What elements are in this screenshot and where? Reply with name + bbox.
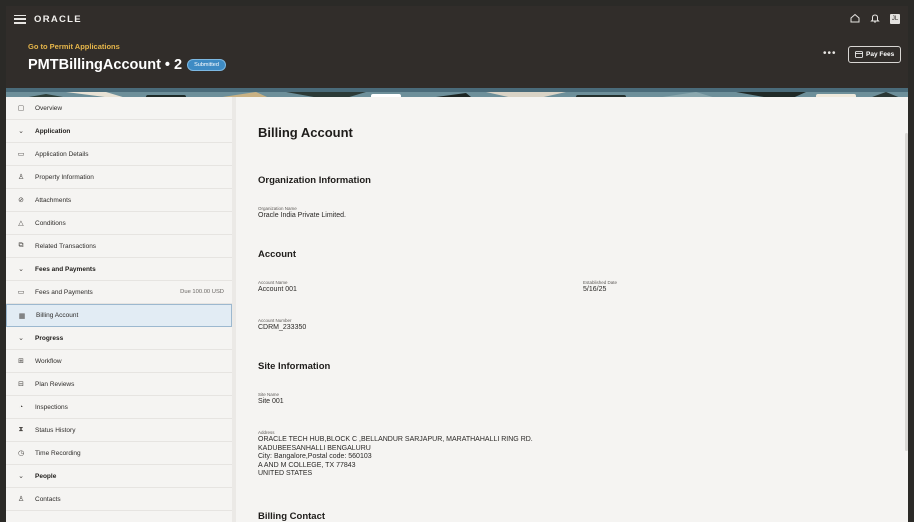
address-line: UNITED STATES bbox=[258, 470, 313, 478]
menu-icon[interactable] bbox=[14, 14, 26, 24]
pay-fees-label: Pay Fees bbox=[866, 51, 895, 58]
sidebar-item-label: Application bbox=[35, 127, 71, 135]
hourglass-icon: ⧗ bbox=[18, 426, 24, 433]
address-line: A AND M COLLEGE, TX 77843 bbox=[258, 461, 356, 469]
sidebar-item-label: Related Transactions bbox=[35, 242, 97, 250]
app-window: ORACLE JL Go to Permit Applications PMTB… bbox=[6, 6, 908, 522]
sidebar-item-status-history[interactable]: ⧗ Status History bbox=[6, 419, 232, 442]
address-label: Address bbox=[258, 430, 275, 435]
content-scrollbar[interactable] bbox=[905, 133, 908, 451]
payment-card-icon bbox=[855, 51, 863, 58]
sidebar-item-label: Application Details bbox=[35, 150, 89, 158]
oracle-logo: ORACLE bbox=[34, 13, 82, 25]
sidebar-item-workflow[interactable]: ⊞ Workflow bbox=[6, 350, 232, 373]
contact-icon: ♙ bbox=[17, 496, 25, 503]
established-date-label: Established Date bbox=[583, 280, 618, 285]
sidebar-section-progress[interactable]: ⌄ Progress bbox=[6, 327, 232, 350]
inspection-icon: ◔ bbox=[18, 403, 24, 411]
site-name-label: Site Name bbox=[258, 392, 280, 397]
sidebar-item-contacts[interactable]: ♙ Contacts bbox=[6, 488, 232, 511]
overview-icon: ▢ bbox=[17, 105, 25, 112]
sidebar-item-label: Progress bbox=[35, 334, 64, 342]
page-title-text: PMTBillingAccount • 2 bbox=[28, 57, 183, 73]
page-header: Go to Permit Applications PMTBillingAcco… bbox=[6, 32, 908, 88]
plan-review-icon: ⊟ bbox=[18, 381, 24, 388]
sidebar-item-label: People bbox=[35, 472, 57, 480]
sidebar-item-property-information[interactable]: ♙ Property Information bbox=[6, 166, 232, 189]
sidebar-item-label: Status History bbox=[35, 426, 76, 434]
sidebar-item-label: Billing Account bbox=[36, 312, 79, 319]
chevron-down-icon: ⌄ bbox=[18, 128, 24, 135]
billing-contact-section-heading: Billing Contact bbox=[258, 511, 326, 522]
site-section-heading: Site Information bbox=[258, 361, 331, 372]
amount-due-badge: Due 100.00 USD bbox=[180, 289, 224, 295]
global-header: ORACLE JL bbox=[6, 6, 908, 32]
home-icon[interactable] bbox=[850, 13, 860, 26]
sidebar-item-plan-reviews[interactable]: ⊟ Plan Reviews bbox=[6, 373, 232, 396]
sidebar-item-time-recording[interactable]: ◷ Time Recording bbox=[6, 442, 232, 465]
decorative-banner bbox=[6, 88, 908, 97]
address-value: ORACLE TECH HUB,BLOCK C ,BELLANDUR SARJA… bbox=[258, 436, 533, 479]
account-number-label: Account Number bbox=[258, 318, 292, 323]
sidebar-section-application[interactable]: ⌄ Application bbox=[6, 120, 232, 143]
chevron-down-icon: ⌄ bbox=[18, 266, 24, 273]
sidebar-item-fees-and-payments[interactable]: ▭ Fees and Payments Due 100.00 USD bbox=[6, 281, 232, 304]
pay-fees-button[interactable]: Pay Fees bbox=[848, 46, 902, 63]
sidebar-item-label: Inspections bbox=[35, 403, 68, 411]
main-content: Billing Account Organization Information… bbox=[236, 97, 908, 522]
sidebar-item-label: Conditions bbox=[35, 219, 66, 227]
notification-bell-icon[interactable] bbox=[870, 13, 880, 26]
sidebar-item-label: Overview bbox=[35, 104, 63, 112]
page-title: PMTBillingAccount • 2 Submitted bbox=[28, 57, 226, 73]
sidebar-section-fees-and-payments[interactable]: ⌄ Fees and Payments bbox=[6, 258, 232, 281]
sidebar-item-application-details[interactable]: ▭ Application Details bbox=[6, 143, 232, 166]
sidebar-item-related-transactions[interactable]: ⧉ Related Transactions bbox=[6, 235, 232, 258]
document-icon: ▭ bbox=[17, 151, 25, 158]
account-number-value: CDRM_233350 bbox=[258, 324, 307, 331]
organization-section-heading: Organization Information bbox=[258, 175, 371, 186]
sidebar-item-label: Time Recording bbox=[35, 449, 81, 457]
workflow-icon: ⊞ bbox=[18, 358, 24, 365]
sidebar-item-conditions[interactable]: △ Conditions bbox=[6, 212, 232, 235]
warning-icon: △ bbox=[18, 220, 24, 227]
sidebar-section-people[interactable]: ⌄ People bbox=[6, 465, 232, 488]
section-title: Billing Account bbox=[258, 125, 353, 140]
sidebar-item-label: Fees and Payments bbox=[35, 288, 93, 296]
organization-name-label: Organization Name bbox=[258, 206, 297, 211]
back-to-permit-applications-link[interactable]: Go to Permit Applications bbox=[28, 42, 120, 51]
user-avatar[interactable]: JL bbox=[890, 14, 900, 24]
attachment-icon: ⊘ bbox=[18, 197, 24, 204]
established-date-value: 5/16/25 bbox=[583, 286, 607, 293]
more-actions-button[interactable]: ••• bbox=[823, 48, 837, 59]
sidebar-item-label: Property Information bbox=[35, 173, 94, 181]
account-section-heading: Account bbox=[258, 249, 296, 260]
sidebar-item-attachments[interactable]: ⊘ Attachments bbox=[6, 189, 232, 212]
status-badge: Submitted bbox=[187, 59, 226, 71]
sidebar-item-label: Workflow bbox=[35, 357, 62, 365]
organization-name-value: Oracle India Private Limited. bbox=[258, 212, 346, 219]
address-line: ORACLE TECH HUB,BLOCK C ,BELLANDUR SARJA… bbox=[258, 436, 533, 443]
sidebar-item-label: Attachments bbox=[35, 196, 72, 204]
account-name-label: Account Name bbox=[258, 280, 288, 285]
site-name-value: Site 001 bbox=[258, 398, 284, 405]
account-name-value: Account 001 bbox=[258, 286, 297, 293]
chevron-down-icon: ⌄ bbox=[18, 335, 24, 342]
property-icon: ♙ bbox=[17, 174, 25, 181]
sidebar-item-label: Fees and Payments bbox=[35, 265, 96, 273]
payment-icon: ▭ bbox=[17, 289, 25, 296]
sidebar-item-label: Plan Reviews bbox=[35, 380, 75, 388]
related-icon: ⧉ bbox=[18, 242, 24, 249]
sidebar-nav: ▢ Overview ⌄ Application ▭ Application Detail… bbox=[6, 97, 232, 522]
chevron-down-icon: ⌄ bbox=[18, 473, 24, 480]
sidebar-item-overview[interactable]: ▢ Overview bbox=[6, 97, 232, 120]
address-line: City: Bangalore,Postal code: 560103 bbox=[258, 453, 372, 461]
address-line: KADUBEESANHALLI BENGALURU bbox=[258, 444, 371, 452]
sidebar-item-inspections[interactable]: ◔ Inspections bbox=[6, 396, 232, 419]
billing-icon: ▦ bbox=[18, 312, 26, 320]
sidebar-item-billing-account[interactable]: ▦ Billing Account bbox=[6, 304, 232, 327]
clock-icon: ◷ bbox=[17, 450, 25, 457]
sidebar-item-label: Contacts bbox=[35, 495, 61, 503]
